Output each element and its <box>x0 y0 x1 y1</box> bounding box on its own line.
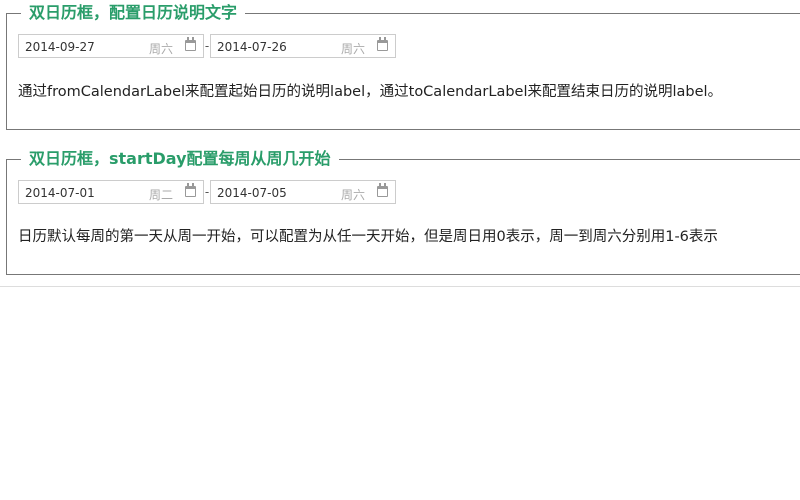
date-range-picker: 2014-09-27 周六 - 2014-07-26 周六 <box>18 33 396 59</box>
from-date-input[interactable]: 2014-07-01 周二 <box>18 180 204 204</box>
section-description: 通过fromCalendarLabel来配置起始日历的说明label，通过toC… <box>18 84 723 100</box>
section-title: 双日历框，startDay配置每周从周几开始 <box>21 149 339 169</box>
section-title: 双日历框，配置日历说明文字 <box>21 3 246 23</box>
start-day-demo: 双日历框，startDay配置每周从周几开始 2014-07-01 周二 - 2… <box>6 149 800 275</box>
from-date-value: 2014-09-27 <box>25 40 95 54</box>
from-date-value: 2014-07-01 <box>25 186 95 200</box>
calendar-icon[interactable] <box>185 37 196 51</box>
from-date-input[interactable]: 2014-09-27 周六 <box>18 34 204 58</box>
calendar-icon[interactable] <box>185 183 196 197</box>
calendar-label-demo: 双日历框，配置日历说明文字 2014-09-27 周六 - 2014-07-26… <box>6 3 800 130</box>
date-range-picker: 2014-07-01 周二 - 2014-07-05 周六 <box>18 179 396 205</box>
to-date-input[interactable]: 2014-07-26 周六 <box>210 34 396 58</box>
section-description: 日历默认每周的第一天从周一开始，可以配置为从任一天开始，但是周日用0表示，周一到… <box>18 229 718 245</box>
divider <box>0 286 800 287</box>
to-date-value: 2014-07-26 <box>217 40 287 54</box>
from-weekday-label: 周二 <box>148 188 173 202</box>
from-weekday-label: 周六 <box>148 42 173 56</box>
to-weekday-label: 周六 <box>340 188 365 202</box>
to-date-value: 2014-07-05 <box>217 186 287 200</box>
to-date-input[interactable]: 2014-07-05 周六 <box>210 180 396 204</box>
calendar-icon[interactable] <box>377 183 388 197</box>
calendar-icon[interactable] <box>377 37 388 51</box>
to-weekday-label: 周六 <box>340 42 365 56</box>
